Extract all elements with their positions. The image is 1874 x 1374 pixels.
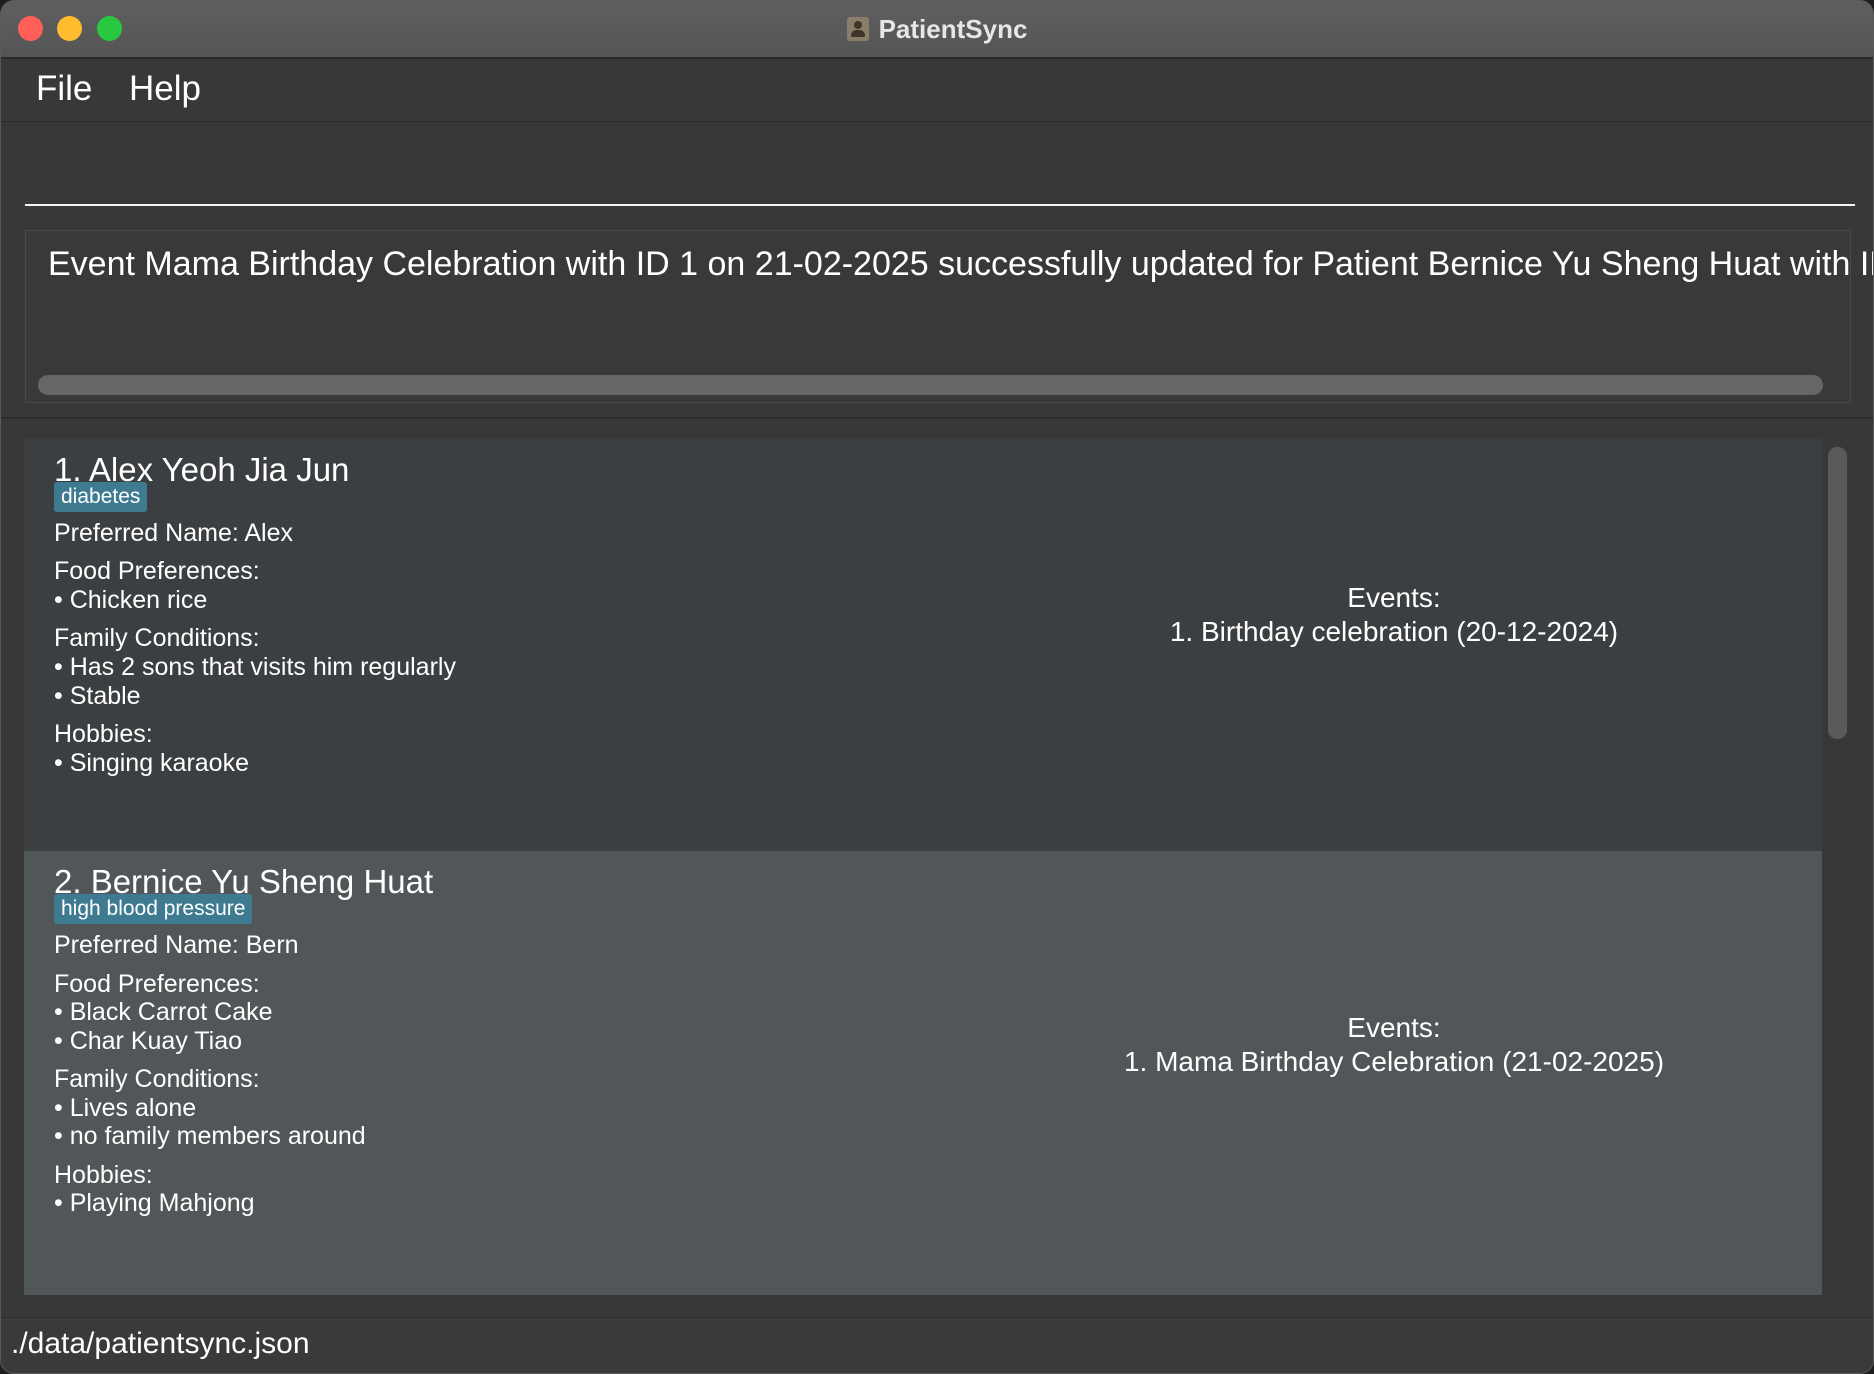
patient-list: 1. Alex Yeoh Jia Jun diabetes Preferred … xyxy=(24,439,1822,1295)
events-section: Events: 1. Birthday celebration (20-12-2… xyxy=(924,581,1822,649)
hobbies-label: Hobbies: xyxy=(54,720,153,748)
menu-bar: File Help xyxy=(1,59,1873,122)
hobbies-label: Hobbies: xyxy=(54,1161,153,1189)
preferred-name: Preferred Name: Bern xyxy=(54,931,299,959)
food-preferences-label: Food Preferences: xyxy=(54,557,260,585)
family-condition-item: • Lives alone xyxy=(54,1094,197,1122)
hobby-item: • Singing karaoke xyxy=(54,749,249,777)
command-box xyxy=(1,122,1873,217)
hobby-item: • Playing Mahjong xyxy=(54,1189,255,1217)
command-input[interactable] xyxy=(25,152,1855,206)
events-label: Events: xyxy=(1347,1012,1441,1043)
app-window: PatientSync File Help Event Mama Birthda… xyxy=(0,0,1874,1374)
result-message: Event Mama Birthday Celebration with ID … xyxy=(48,245,1874,283)
family-conditions-label: Family Conditions: xyxy=(54,624,260,652)
condition-tag: diabetes xyxy=(54,482,148,512)
event-item: 1. Birthday celebration (20-12-2024) xyxy=(1169,616,1619,647)
food-preference-item: • Char Kuay Tiao xyxy=(54,1027,243,1055)
window-title-group: PatientSync xyxy=(1,1,1873,57)
family-condition-item: • Has 2 sons that visits him regularly xyxy=(54,653,456,681)
patient-list-scrollbar[interactable] xyxy=(1828,447,1847,739)
title-bar: PatientSync xyxy=(1,1,1873,59)
result-horizontal-scrollbar[interactable] xyxy=(38,375,1823,395)
menu-help[interactable]: Help xyxy=(129,69,201,109)
food-preferences-label: Food Preferences: xyxy=(54,970,260,998)
family-condition-item: • no family members around xyxy=(54,1122,366,1150)
app-icon xyxy=(846,17,869,41)
events-section: Events: 1. Mama Birthday Celebration (21… xyxy=(924,1011,1822,1079)
events-label: Events: xyxy=(1347,582,1441,613)
menu-file[interactable]: File xyxy=(36,69,92,109)
family-conditions-label: Family Conditions: xyxy=(54,1065,260,1093)
result-display: Event Mama Birthday Celebration with ID … xyxy=(25,230,1873,403)
patient-card-selected[interactable]: 2. Bernice Yu Sheng Huat high blood pres… xyxy=(24,851,1822,1295)
data-file-path: ./data/patientsync.json xyxy=(11,1327,310,1360)
status-bar: ./data/patientsync.json xyxy=(1,1317,1873,1373)
condition-tag: high blood pressure xyxy=(54,894,253,924)
event-item: 1. Mama Birthday Celebration (21-02-2025… xyxy=(1123,1046,1665,1077)
patient-card[interactable]: 1. Alex Yeoh Jia Jun diabetes Preferred … xyxy=(24,439,1822,851)
patient-list-panel: 1. Alex Yeoh Jia Jun diabetes Preferred … xyxy=(1,419,1873,1317)
preferred-name: Preferred Name: Alex xyxy=(54,519,293,547)
food-preference-item: • Black Carrot Cake xyxy=(54,998,273,1026)
family-condition-item: • Stable xyxy=(54,682,141,710)
window-title: PatientSync xyxy=(878,13,1028,44)
food-preference-item: • Chicken rice xyxy=(54,586,208,614)
